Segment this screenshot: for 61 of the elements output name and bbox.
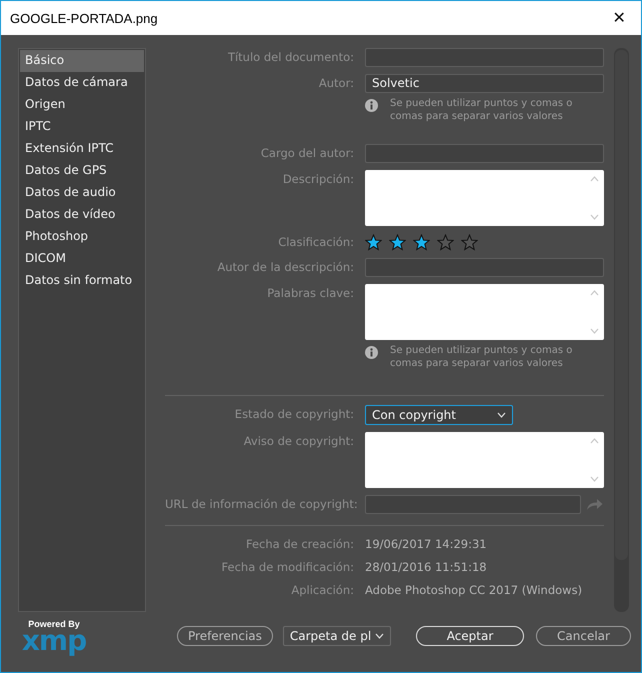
url-field[interactable] (365, 495, 581, 514)
category-item[interactable]: DICOM (20, 248, 144, 270)
accept-button[interactable]: Aceptar (416, 626, 524, 646)
field-label: Aplicación: (291, 583, 354, 597)
copyright-dropdown[interactable]: Con copyright (365, 405, 513, 425)
hint-text: Se pueden utilizar puntos y comas o comas para separar varios valores (390, 344, 574, 370)
field-value: Adobe Photoshop CC 2017 (Windows) (365, 583, 582, 597)
chevron-icon (375, 633, 384, 639)
field-label: Título del documento: (228, 50, 354, 64)
star-icon[interactable] (461, 234, 478, 251)
field-value: 19/06/2017 14:29:31 (365, 537, 487, 551)
field-label: Autor de la descripción: (217, 260, 354, 274)
scroll-down-icon[interactable] (590, 214, 599, 220)
text-area[interactable] (365, 432, 604, 488)
field-label: Aviso de copyright: (244, 434, 354, 448)
category-item[interactable]: Básico (20, 50, 144, 72)
field-value: 28/01/2016 11:51:18 (365, 560, 487, 574)
chevron-icon (497, 412, 506, 418)
field-label: Fecha de creación: (246, 537, 354, 551)
star-icon[interactable] (437, 234, 454, 251)
category-item[interactable]: Datos sin formato (20, 270, 144, 292)
scroll-up-icon[interactable] (590, 438, 599, 444)
preferences-button[interactable]: Preferencias (177, 626, 273, 646)
scroll-down-icon[interactable] (590, 476, 599, 482)
scroll-up-icon[interactable] (590, 176, 599, 182)
field-label: URL de información de copyright: (165, 497, 358, 511)
text-area[interactable] (365, 170, 604, 226)
scroll-down-icon[interactable] (590, 328, 599, 334)
category-item[interactable]: Datos de vídeo (20, 204, 144, 226)
star-icon[interactable] (365, 234, 382, 251)
category-item[interactable]: Datos de GPS (20, 160, 144, 182)
text-field[interactable] (365, 48, 604, 67)
text-field[interactable]: Solvetic (365, 74, 604, 93)
category-item[interactable]: Datos de audio (20, 182, 144, 204)
text-area[interactable] (365, 284, 604, 340)
folder-dropdown[interactable]: Carpeta de pl (282, 626, 392, 646)
category-item[interactable]: Photoshop (20, 226, 144, 248)
field-label: Fecha de modificación: (222, 560, 354, 574)
hint-text: Se pueden utilizar puntos y comas o comas para separar varios valores (390, 97, 574, 123)
star-icon[interactable] (413, 234, 430, 251)
field-label: Cargo del autor: (260, 146, 354, 160)
field-label: Autor: (318, 76, 354, 90)
field-label: Descripción: (282, 172, 354, 186)
category-item[interactable]: Datos de cámara (20, 72, 144, 94)
info-icon (365, 346, 378, 359)
star-icon[interactable] (389, 234, 406, 251)
window-title: GOOGLE-PORTADA.png (10, 10, 158, 26)
field-label: Palabras clave: (267, 286, 354, 300)
field-label: Clasificación: (278, 235, 354, 249)
cancel-button[interactable]: Cancelar (536, 626, 631, 646)
category-item[interactable]: IPTC (20, 116, 144, 138)
text-field[interactable] (365, 258, 604, 277)
arrow-icon[interactable] (586, 498, 603, 511)
field-label: Estado de copyright: (234, 407, 354, 421)
category-item[interactable]: Extensión IPTC (20, 138, 144, 160)
category-item[interactable]: Origen (20, 94, 144, 116)
info-icon (365, 99, 378, 112)
close-button[interactable]: ✕ (597, 1, 641, 35)
text-field[interactable] (365, 144, 604, 163)
logo-caption: Powered By (28, 619, 80, 629)
scroll-up-icon[interactable] (590, 290, 599, 296)
